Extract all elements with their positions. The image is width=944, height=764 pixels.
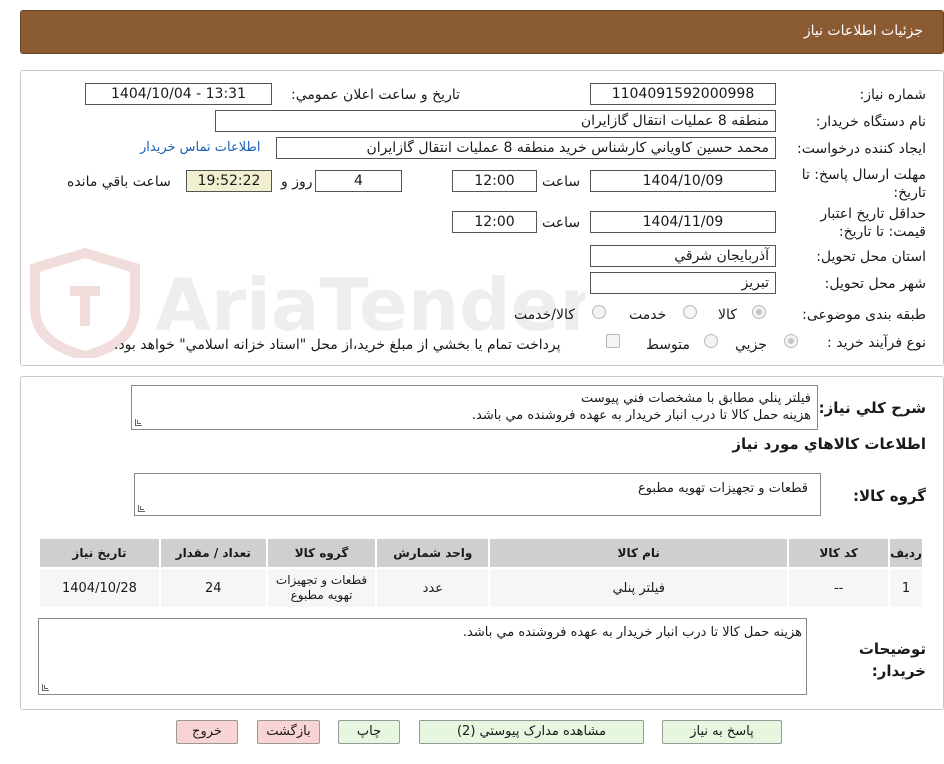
cell-code: --	[787, 567, 891, 609]
buyer-contact-link[interactable]: اطلاعات تماس خريدار	[140, 140, 260, 155]
treasury-payment-checkbox[interactable]	[606, 334, 620, 348]
category-goods-radio[interactable]	[752, 305, 766, 319]
print-button[interactable]: چاپ	[338, 720, 400, 744]
cell-row: 1	[888, 567, 924, 609]
province-label: استان محل تحويل:	[816, 249, 926, 265]
reply-button[interactable]: پاسخ به نياز	[662, 720, 782, 744]
back-button[interactable]: بازگشت	[257, 720, 320, 744]
col-row-header: رديف	[888, 537, 924, 569]
summary-textarea: فيلتر پنلي مطابق با مشخصات فني پيوست هزي…	[131, 385, 818, 430]
summary-line-2: هزينه حمل کالا تا درب انبار خريدار به عه…	[471, 408, 811, 423]
announce-date-label: تاریخ و ساعت اعلان عمومي:	[291, 87, 460, 103]
cell-group: قطعات و تجهيزات تهويه مطبوع	[265, 567, 378, 609]
remaining-time-field: 19:52:22	[186, 170, 272, 192]
process-medium-radio[interactable]	[704, 334, 718, 348]
goods-section-title: اطلاعات کالاهاي مورد نياز	[732, 435, 926, 453]
city-field: تبريز	[590, 272, 776, 294]
col-code-header: کد کالا	[787, 537, 891, 569]
deadline-label: مهلت ارسال پاسخ: تا تاریخ:	[801, 167, 926, 201]
table-row: 1 -- فيلتر پنلي عدد قطعات و تجهيزات تهوي…	[38, 567, 924, 609]
announce-date-field: 1404/10/04 - 13:31	[85, 83, 272, 105]
cell-date: 1404/10/28	[38, 567, 161, 609]
col-unit-header: واحد شمارش	[375, 537, 491, 569]
validity-time-field: 12:00	[452, 211, 537, 233]
creator-label: ايجاد کننده درخواست:	[797, 141, 926, 157]
goods-group-textarea: قطعات و تجهيزات تهويه مطبوع	[134, 473, 821, 516]
deadline-time-field: 12:00	[452, 170, 537, 192]
view-attachments-button[interactable]: مشاهده مدارک پيوستي (2)	[419, 720, 644, 744]
remaining-suffix-label: ساعت باقي مانده	[67, 174, 171, 190]
category-service-radio[interactable]	[683, 305, 697, 319]
resize-grip-icon[interactable]	[42, 684, 49, 691]
category-label: طبقه بندی موضوعی:	[802, 307, 926, 323]
resize-grip-icon[interactable]	[135, 419, 142, 426]
process-medium-label: متوسط	[646, 337, 690, 353]
need-number-label: شماره نیاز:	[859, 87, 927, 103]
treasury-payment-note: پرداخت تمام يا بخشي از مبلغ خريد،از محل …	[114, 337, 561, 353]
resize-grip-icon[interactable]	[138, 505, 145, 512]
table-header-row: رديف کد کالا نام کالا واحد شمارش گروه کا…	[38, 537, 924, 569]
validity-date-field: 1404/11/09	[590, 211, 776, 233]
days-suffix-label: روز و	[281, 174, 313, 190]
goods-group-value: قطعات و تجهيزات تهويه مطبوع	[637, 481, 808, 496]
creator-field: محمد حسين کاوياني کارشناس خريد منطقه 8 ع…	[276, 137, 776, 159]
deadline-date-field: 1404/10/09	[590, 170, 776, 192]
process-minor-radio[interactable]	[784, 334, 798, 348]
buyer-notes-text: هزينه حمل کالا تا درب انبار خريدار به عه…	[462, 625, 802, 640]
col-qty-header: تعداد / مقدار	[158, 537, 268, 569]
page-header: جزئیات اطلاعات نیاز	[20, 10, 944, 54]
buyer-notes-textarea: هزينه حمل کالا تا درب انبار خريدار به عه…	[38, 618, 807, 695]
goods-table: رديف کد کالا نام کالا واحد شمارش گروه کا…	[38, 537, 924, 609]
buyer-org-field: منطقه 8 عمليات انتقال گازايران	[215, 110, 776, 132]
exit-button[interactable]: خروج	[176, 720, 238, 744]
page-title: جزئیات اطلاعات نیاز	[803, 23, 923, 39]
buyer-notes-label: توضيحات خريدار:	[858, 640, 926, 680]
col-name-header: نام کالا	[488, 537, 790, 569]
summary-line-1: فيلتر پنلي مطابق با مشخصات فني پيوست	[581, 391, 811, 406]
category-goods-service-radio[interactable]	[592, 305, 606, 319]
province-field: آذربايجان شرقي	[590, 245, 776, 267]
cell-unit: عدد	[375, 567, 491, 609]
city-label: شهر محل تحويل:	[824, 276, 926, 292]
col-group-header: گروه کالا	[265, 537, 378, 569]
goods-group-label: گروه کالا:	[853, 487, 926, 505]
cell-name: فيلتر پنلي	[488, 567, 790, 609]
watermark-text: AriaTender.neT	[155, 263, 585, 347]
category-goods-service-label: کالا/خدمت	[514, 307, 575, 323]
validity-time-label: ساعت	[542, 215, 581, 231]
need-number-field: 1104091592000998	[590, 83, 776, 105]
category-service-label: خدمت	[629, 307, 667, 323]
process-minor-label: جزيي	[735, 337, 767, 353]
days-remaining-field: 4	[315, 170, 402, 192]
buyer-org-label: نام دستگاه خريدار:	[815, 114, 926, 130]
col-date-header: تاريخ نياز	[38, 537, 161, 569]
category-goods-label: کالا	[718, 307, 737, 323]
summary-label: شرح کلي نياز:	[818, 399, 926, 417]
cell-qty: 24	[158, 567, 268, 609]
deadline-time-label: ساعت	[542, 174, 581, 190]
process-label: نوع فرآيند خريد :	[827, 335, 926, 351]
validity-label: حداقل تاريخ اعتبار قيمت: تا تاريخ:	[820, 206, 926, 240]
